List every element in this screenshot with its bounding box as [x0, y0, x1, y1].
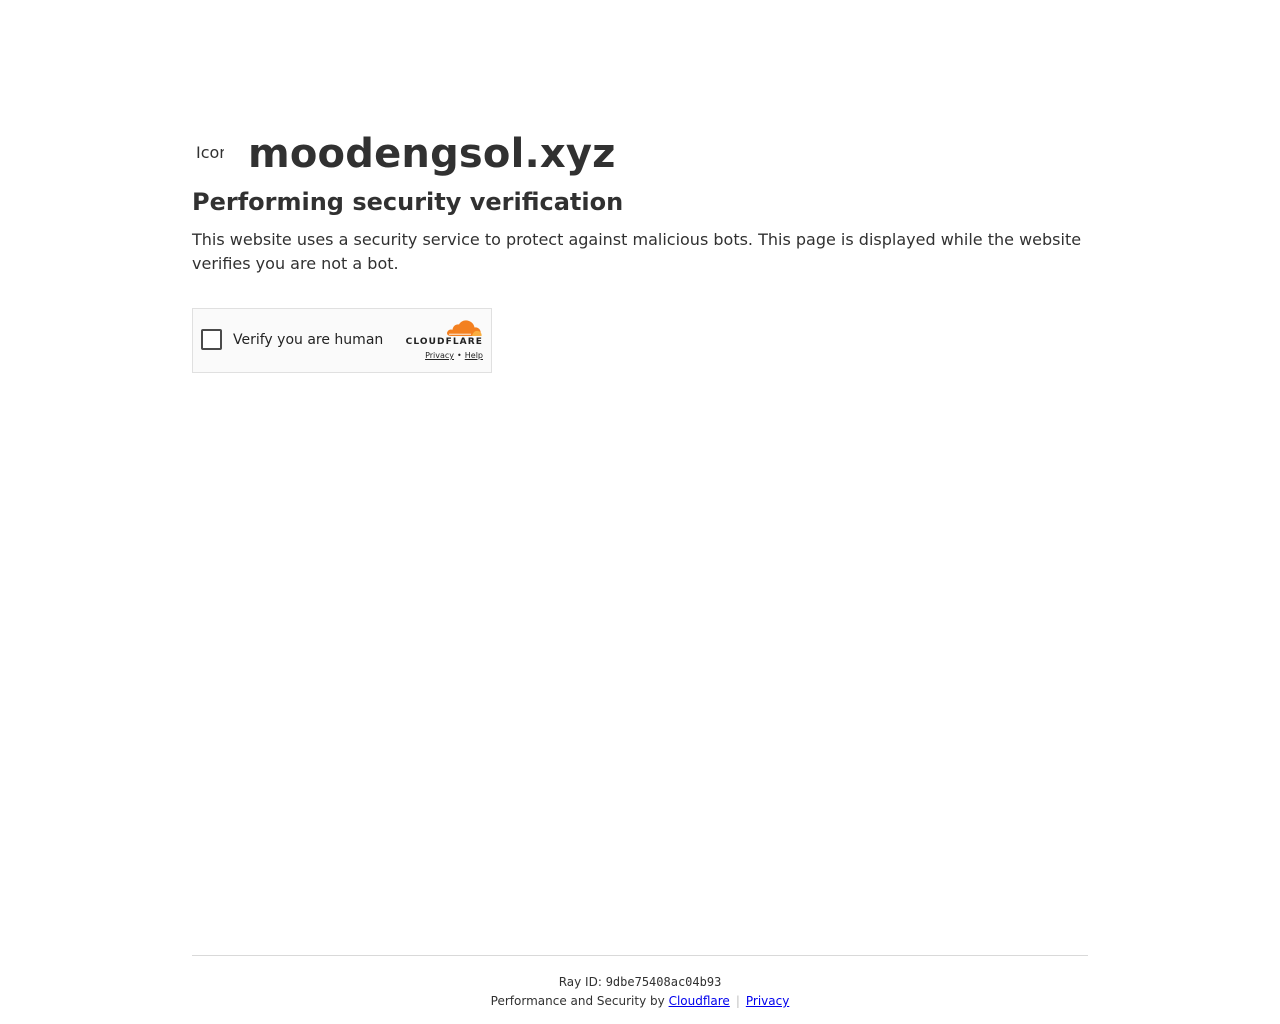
- cloudflare-cloud-icon: [447, 320, 482, 336]
- cloudflare-link[interactable]: Cloudflare: [669, 994, 730, 1008]
- footer-divider: |: [735, 994, 740, 1008]
- ray-id-label: Ray ID:: [558, 975, 602, 989]
- site-header: Icon for moodengsol.xyz moodengsol.xyz: [192, 128, 1088, 180]
- ray-id-line: Ray ID: 9dbe75408ac04b93: [192, 975, 1088, 989]
- page-title: Performing security verification: [192, 188, 624, 216]
- main-content: Icon for moodengsol.xyz moodengsol.xyz P…: [192, 128, 1088, 373]
- favicon-alt-text: Icon for moodengsol.xyz: [196, 143, 224, 162]
- cloudflare-branding: CLOUDFLARE Privacy • Help: [403, 319, 483, 361]
- cloudflare-wordmark: CLOUDFLARE: [405, 337, 483, 347]
- widget-links: Privacy • Help: [403, 351, 483, 361]
- turnstile-widget: Verify you are human CLOUDFLARE Privacy •…: [192, 308, 492, 373]
- footer-privacy-link[interactable]: Privacy: [746, 994, 789, 1008]
- challenge-description: This website uses a security service to …: [192, 230, 1082, 273]
- widget-privacy-link[interactable]: Privacy: [425, 351, 454, 360]
- verify-label[interactable]: Verify you are human: [233, 331, 383, 349]
- ray-id-value: 9dbe75408ac04b93: [605, 975, 722, 989]
- site-favicon-icon: Icon for moodengsol.xyz: [192, 138, 224, 170]
- challenge-page: Icon for moodengsol.xyz moodengsol.xyz P…: [0, 0, 1280, 1024]
- performance-line: Performance and Security by Cloudflare | P…: [192, 993, 1088, 1009]
- verify-checkbox[interactable]: [201, 329, 222, 350]
- footer: Ray ID: 9dbe75408ac04b93 Performance and…: [192, 955, 1088, 1009]
- widget-help-link[interactable]: Help: [465, 351, 483, 360]
- site-name: moodengsol.xyz: [248, 131, 616, 177]
- performance-text: Performance and Security by: [490, 994, 665, 1008]
- widget-link-separator: •: [457, 351, 462, 360]
